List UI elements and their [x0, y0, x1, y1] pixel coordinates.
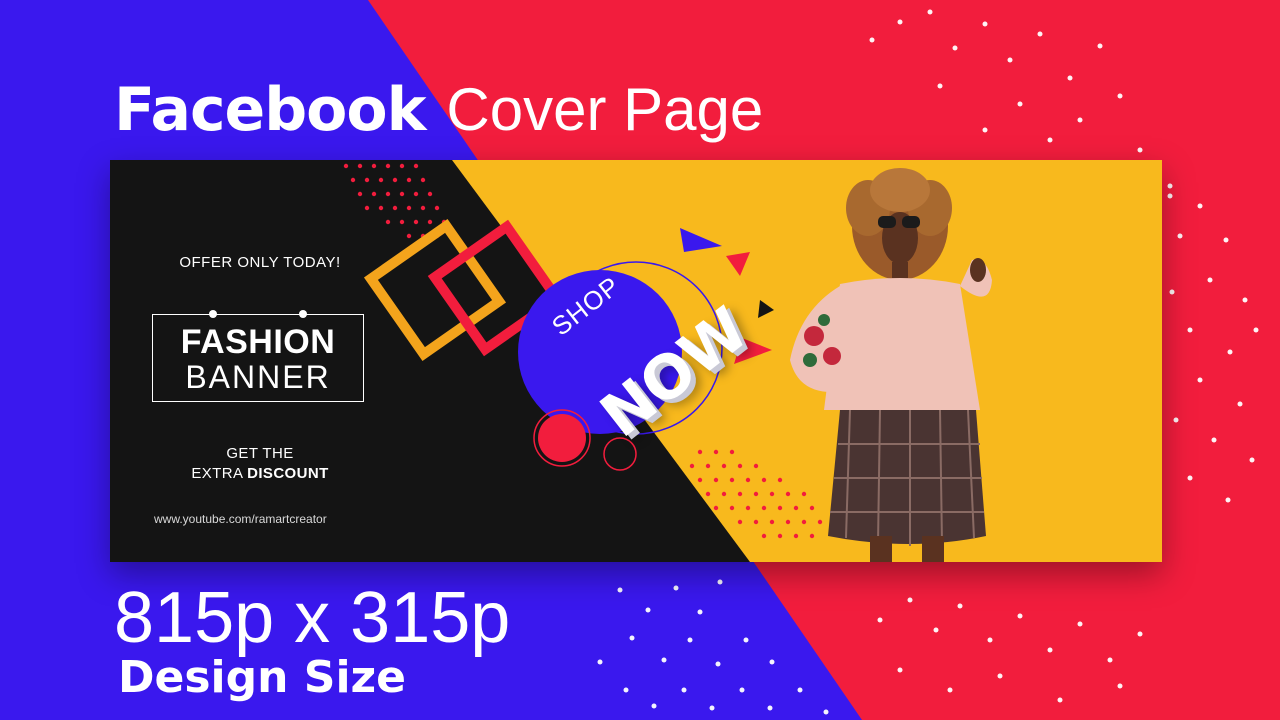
- discount-bold: DISCOUNT: [247, 465, 329, 482]
- thumbnail-canvas: Facebook Cover Page OFFER ONLY TODAY! FA…: [0, 0, 1280, 720]
- design-size-caption: Design Size: [118, 652, 406, 703]
- heading-light: Cover Page: [446, 76, 764, 143]
- heading-bold: Facebook: [114, 75, 427, 145]
- discount-line1: GET THE: [226, 445, 294, 462]
- heading: Facebook Cover Page: [114, 68, 763, 152]
- discount-prefix: EXTRA: [191, 465, 243, 482]
- offer-text: OFFER ONLY TODAY!: [179, 254, 341, 271]
- banner-subtitle: BANNER: [185, 359, 331, 395]
- box-dot-right: [299, 310, 307, 318]
- channel-url: www.youtube.com/ramartcreator: [154, 512, 327, 526]
- size-dimensions: 815p x 315p: [114, 578, 511, 658]
- fashion-banner-box: FASHION BANNER: [152, 310, 364, 402]
- red-circle: [538, 414, 586, 462]
- box-dot-left: [209, 310, 217, 318]
- fashion-title: FASHION: [180, 323, 336, 361]
- fashion-banner: OFFER ONLY TODAY! FASHION BANNER GET THE…: [110, 160, 1162, 562]
- discount-text: GET THE EXTRA DISCOUNT: [110, 444, 410, 484]
